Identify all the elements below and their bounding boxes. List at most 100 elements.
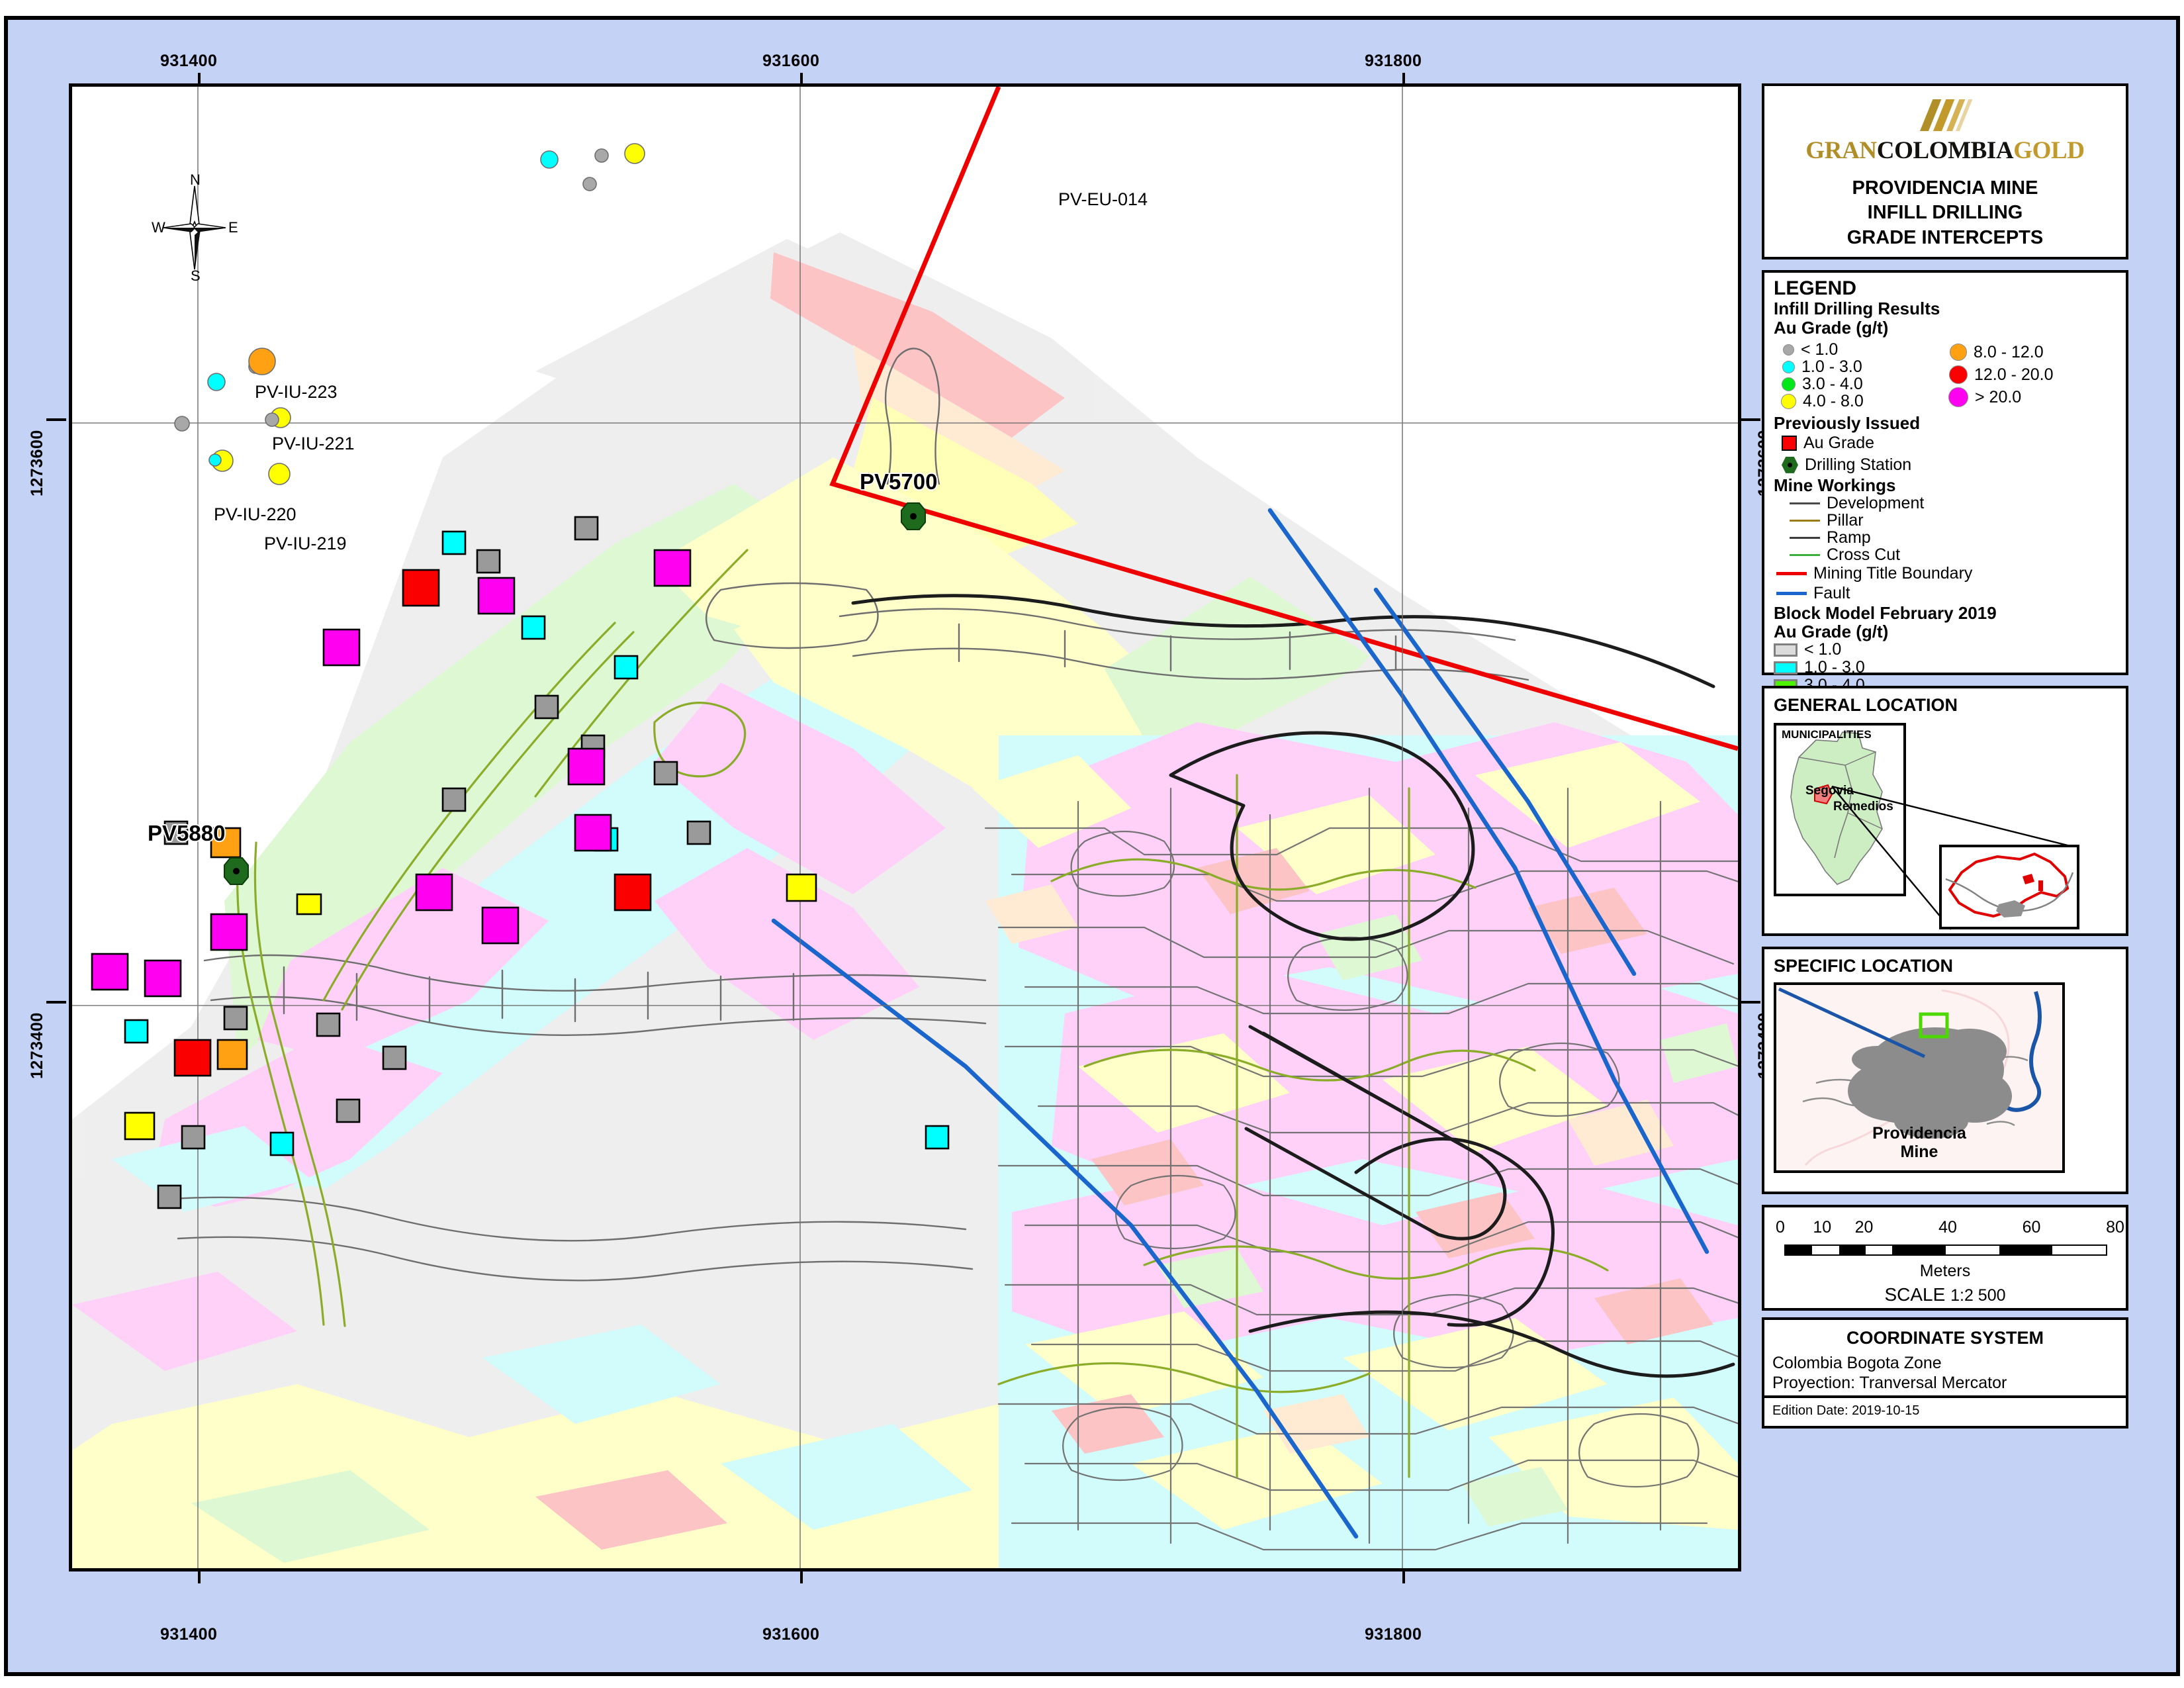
legend-panel: LEGEND Infill Drilling Results Au Grade … [1762,270,2128,766]
municipalities-inset-map: MUNICIPALITIES Segovia Remedios [1774,723,1906,896]
general-location-panel: GENERAL LOCATION MUNICIPALITIES Segovia … [1762,686,2128,936]
scale-tick-labels: 0 10 20 40 60 80 [1776,1218,2124,1238]
scale-tick-0: 0 [1776,1218,1785,1237]
legend-item-development: Development [1774,494,2118,513]
legend-label: 8.0 - 12.0 [1974,342,2044,361]
circle-swatch-icon [1949,365,1968,385]
grid-x-label-931400-bottom: 931400 [160,1625,218,1644]
brand-gold: GOLD [2013,137,2085,164]
circle-swatch-icon [1781,393,1796,409]
scale-tick-40: 40 [1938,1218,1957,1237]
brand-wordmark: GRANCOLOMBIAGOLD [1764,136,2126,165]
legend-label: 4.0 - 8.0 [1803,391,1864,410]
grid-y-label-1273400: 1273400 [28,1012,46,1079]
specific-location-heading: SPECIFIC LOCATION [1774,956,1954,976]
circle-swatch-icon [1948,387,1968,408]
circle-swatch-icon [1950,344,1967,361]
legend-label: Pillar [1827,511,1864,530]
legend-label: Fault [1813,584,1850,603]
legend-previously-issued-title: Previously Issued [1774,413,1921,434]
hexagon-station-icon [1782,456,1798,473]
scale-ratio-label: SCALE 1:2 500 [1764,1284,2126,1305]
rect-swatch-icon [1774,643,1797,657]
legend-label: Development [1827,494,1925,513]
map-canvas[interactable]: N S W E PV-EU-014 PV5700 PV5880 PV-IU-22… [72,87,1738,1568]
scale-value: 1:2 500 [1950,1286,2006,1305]
map-label-pv-eu-014: PV-EU-014 [1058,189,1148,209]
legend-infill-right-column: 8.0 - 12.0 12.0 - 20.0 > 20.0 [1948,341,2115,410]
legend-heading: LEGEND [1774,277,1857,299]
map-sidebar: GRANCOLOMBIAGOLD PROVIDENCIA MINE INFILL… [1762,83,2128,1636]
main-map-panel[interactable]: N S W E PV-EU-014 PV5700 PV5880 PV-IU-22… [69,83,1741,1571]
edition-date: Edition Date: 2019-10-15 [1764,1395,2126,1426]
legend-infill-title: Infill Drilling Results [1774,299,1940,319]
north-arrow: N S W E [152,171,238,284]
legend-label: 12.0 - 20.0 [1974,365,2054,384]
legend-label: > 20.0 [1975,387,2022,406]
legend-item-infill-3-4: 3.0 - 4.0 [1774,375,1950,393]
legend-item-drilling-station: Drilling Station [1774,453,2118,476]
line-swatch-icon [1776,572,1807,576]
place-label-remedios: Remedios [1833,800,1893,814]
north-arrow-w-label: W [152,219,165,236]
legend-item-ramp: Ramp [1774,528,2118,547]
place-label-segovia: Segovia [1805,784,1854,798]
general-location-heading: GENERAL LOCATION [1774,695,1958,715]
municipalities-inset-label: MUNICIPALITIES [1782,728,1872,741]
specific-location-inset-map: Providencia Mine [1774,982,2065,1173]
line-swatch-icon [1790,537,1820,539]
grid-x-label-931800: 931800 [1365,52,1422,70]
legend-item-infill-lt1: < 1.0 [1774,340,1950,359]
scale-tick-60: 60 [2022,1218,2041,1237]
legend-label: Au Grade [1803,433,1875,452]
legend-label: Cross Cut [1827,545,1901,565]
map-title-line1: PROVIDENCIA MINE [1852,177,2038,199]
legend-item-cross-cut: Cross Cut [1774,545,2118,565]
legend-item-infill-8-12: 8.0 - 12.0 [1950,341,2115,363]
map-title-line2: INFILL DRILLING [1867,202,2023,224]
scale-bar-panel: 0 10 20 40 60 80 Meters SCALE 1:2 500 [1762,1205,2128,1311]
scale-tick-20: 20 [1854,1218,1874,1237]
mine-label-line2: Mine [1900,1143,1938,1161]
legend-item-infill-1-3: 1.0 - 3.0 [1774,357,1950,376]
coordinate-system-panel: COORDINATE SYSTEM Colombia Bogota Zone P… [1762,1317,2128,1429]
line-swatch-icon [1790,554,1820,557]
coordinate-system-zone: Colombia Bogota Zone [1772,1354,1942,1372]
coordinate-system-projection: Proyection: Tranversal Mercator [1772,1373,2007,1392]
scale-units-label: Meters [1919,1262,1971,1280]
legend-label: Drilling Station [1805,455,1912,474]
legend-infill-left-column: < 1.0 1.0 - 3.0 3.0 - 4.0 4.0 - 8.0 [1774,340,1950,410]
legend-item-pillar: Pillar [1774,511,2118,530]
legend-label: < 1.0 [1801,340,1839,359]
legend-item-infill-12-20: 12.0 - 20.0 [1949,363,2115,386]
map-sheet-frame: N S W E PV-EU-014 PV5700 PV5880 PV-IU-22… [4,16,2180,1676]
legend-item-mining-title-boundary: Mining Title Boundary [1774,564,2118,584]
brand-gran: GRAN [1805,137,1877,164]
map-title-line3: GRADE INTERCEPTS [1846,226,2044,248]
grid-x-label-931800-bottom: 931800 [1365,1625,1422,1644]
scale-tick-10: 10 [1813,1218,1832,1237]
legend-blockmodel-title: Block Model February 2019 [1774,602,1997,623]
specific-location-panel: SPECIFIC LOCATION Providencia Mine [1762,947,2128,1194]
map-label-pv-iu-221: PV-IU-221 [272,434,355,453]
scale-word: SCALE [1884,1284,1946,1305]
legend-blockmodel-subtitle: Au Grade (g/t) [1774,622,1889,642]
grid-x-label-931600: 931600 [762,52,820,70]
brand-colombia: COLOMBIA [1876,137,2014,164]
north-arrow-e-label: E [228,219,238,236]
grid-y-label-1273600: 1273600 [28,430,46,496]
legend-item-bm-lt1: < 1.0 [1774,640,2118,659]
grid-x-label-931400: 931400 [160,52,218,70]
legend-item-fault: Fault [1774,584,2118,604]
map-title: PROVIDENCIA MINE INFILL DRILLING GRADE I… [1764,176,2126,250]
legend-infill-subtitle: Au Grade (g/t) [1774,317,1889,338]
scale-bar-graphic [1784,1244,2107,1256]
line-swatch-icon [1776,592,1807,596]
coordinate-system-heading: COORDINATE SYSTEM [1846,1328,2044,1348]
grid-x-label-931600-bottom: 931600 [762,1625,820,1644]
circle-swatch-icon [1782,377,1796,391]
legend-label: 1.0 - 3.0 [1801,357,1862,376]
scale-tick-80: 80 [2106,1218,2124,1237]
circle-swatch-icon [1783,344,1794,355]
legend-label: Ramp [1827,528,1871,547]
